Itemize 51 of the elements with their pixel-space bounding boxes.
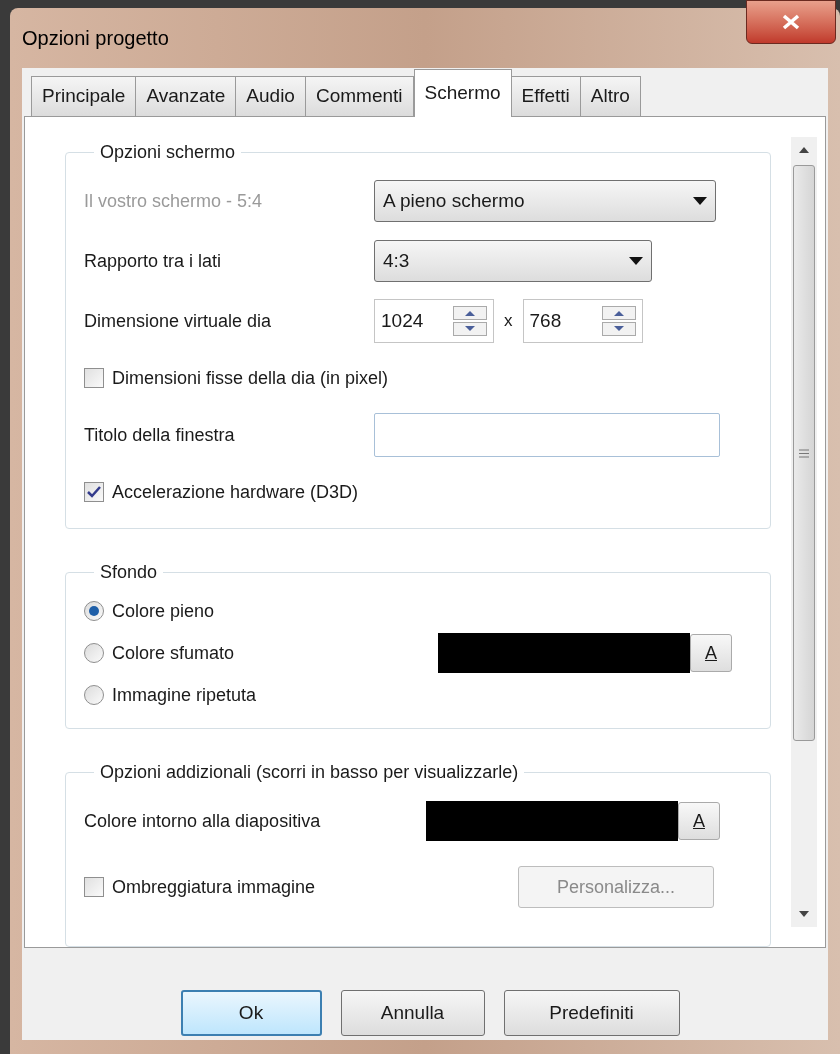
- dropdown-arrow-icon: [629, 257, 643, 265]
- spinner[interactable]: [453, 306, 487, 336]
- group-title: Opzioni addizionali (scorri in basso per visualizzarle): [99, 761, 520, 784]
- tab[interactable]: Altro: [579, 76, 641, 116]
- radio-button[interactable]: [84, 643, 104, 663]
- radio-button[interactable]: [84, 601, 104, 621]
- radio-label: Colore pieno: [112, 599, 215, 623]
- field-label: Titolo della finestra: [84, 423, 236, 447]
- dropdown[interactable]: 4:3: [374, 240, 652, 282]
- close-button[interactable]: [746, 0, 836, 44]
- group-title: Sfondo: [99, 561, 159, 584]
- checkbox[interactable]: [84, 877, 104, 897]
- input-field[interactable]: [374, 413, 720, 457]
- tab[interactable]: Principale: [31, 76, 137, 116]
- radio-button[interactable]: [84, 685, 104, 705]
- window-title: Opzioni progetto: [22, 26, 169, 51]
- separator-text: x: [504, 310, 513, 333]
- dialog-button[interactable]: Annulla: [340, 990, 485, 1036]
- field-label: Rapporto tra i lati: [84, 249, 223, 273]
- dropdown-arrow-icon: [693, 197, 707, 205]
- number-field[interactable]: 768: [522, 299, 643, 343]
- scroll-down-icon: [799, 911, 809, 917]
- close-icon: [782, 14, 800, 30]
- checkbox[interactable]: [84, 368, 104, 388]
- tab[interactable]: Schermo: [413, 69, 512, 117]
- tab[interactable]: Commenti: [304, 76, 414, 116]
- checkbox[interactable]: [84, 482, 104, 502]
- checkbox-label: Ombreggiatura immagine: [112, 875, 316, 899]
- scroll-up-icon: [799, 147, 809, 153]
- tab[interactable]: Effetti: [510, 76, 581, 116]
- color-button[interactable]: A: [678, 802, 720, 840]
- radio-label: Immagine ripetuta: [112, 683, 257, 707]
- dialog-button[interactable]: Ok: [180, 990, 322, 1036]
- field-label: Colore intorno alla diapositiva: [84, 809, 322, 833]
- tab[interactable]: Avanzate: [135, 76, 237, 116]
- checkbox-label: Accelerazione hardware (D3D): [112, 480, 359, 504]
- scrollbar-thumb[interactable]: [793, 165, 815, 741]
- spinner[interactable]: [601, 306, 636, 336]
- dialog-button[interactable]: Predefiniti: [503, 990, 680, 1036]
- field-label: Dimensione virtuale dia: [84, 309, 273, 333]
- radio-label: Colore sfumato: [112, 641, 235, 665]
- tab[interactable]: Audio: [235, 76, 306, 116]
- group-title: Opzioni schermo: [99, 141, 237, 164]
- color-button[interactable]: A: [690, 634, 732, 672]
- number-field[interactable]: 1024: [374, 299, 494, 343]
- color-swatch[interactable]: [438, 633, 690, 673]
- scrollbar[interactable]: [791, 137, 817, 927]
- checkbox-label: Dimensioni fisse della dia (in pixel): [112, 366, 389, 390]
- field-label: Il vostro schermo - 5:4: [84, 189, 264, 213]
- grip-icon: [799, 448, 809, 458]
- color-swatch[interactable]: [426, 801, 678, 841]
